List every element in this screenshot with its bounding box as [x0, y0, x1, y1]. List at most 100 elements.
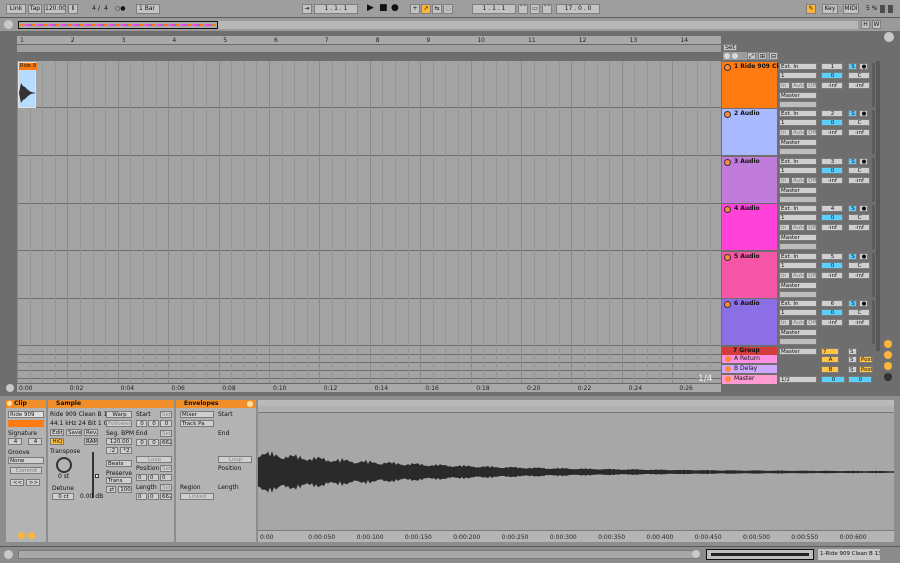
- io-toggle-icon[interactable]: [884, 340, 892, 348]
- hiq-button[interactable]: HiQ: [50, 438, 64, 445]
- position-bar[interactable]: 0: [136, 474, 147, 481]
- output-select[interactable]: Master: [779, 92, 817, 99]
- status-scroll-icon[interactable]: [692, 550, 700, 558]
- monitor-off[interactable]: Off: [806, 319, 817, 326]
- monitor-in[interactable]: In: [779, 129, 790, 136]
- double-tempo-button[interactable]: *2: [120, 447, 132, 454]
- tap-button[interactable]: Tap: [28, 4, 42, 14]
- warp-mode-select[interactable]: Beats: [106, 460, 132, 467]
- time-ruler[interactable]: 0:00 0:02 0:04 0:06 0:08 0:10 0:12 0:14 0:16 0:18…: [17, 383, 721, 392]
- input-channel-select[interactable]: 1: [779, 262, 817, 269]
- fold-icon[interactable]: [725, 376, 731, 382]
- monitor-auto[interactable]: Auto: [791, 177, 805, 184]
- gain-slider-thumb[interactable]: [95, 474, 99, 478]
- stop-icon[interactable]: ■: [379, 4, 388, 13]
- set-button[interactable]: Set: [723, 44, 737, 51]
- gain-slider[interactable]: [92, 452, 94, 498]
- linked-button[interactable]: Linked: [180, 493, 214, 500]
- w-toggle[interactable]: W: [872, 20, 881, 29]
- output-channel[interactable]: [779, 196, 817, 203]
- pan-field[interactable]: C: [848, 72, 870, 79]
- loop-mode-icon[interactable]: ⇄: [106, 486, 116, 493]
- output-channel[interactable]: [779, 291, 817, 298]
- mixer-toggle-icon[interactable]: [884, 362, 892, 370]
- end-bar[interactable]: 0: [136, 439, 147, 446]
- return-a-post[interactable]: Post: [859, 356, 873, 363]
- browser-toggle-icon[interactable]: [884, 32, 894, 42]
- detail-overview[interactable]: [706, 549, 814, 560]
- vertical-scrollbar[interactable]: [876, 61, 880, 351]
- start-set-button[interactable]: Set: [160, 411, 172, 418]
- monitor-in[interactable]: In: [779, 177, 790, 184]
- send-a-field[interactable]: -inf: [821, 272, 843, 279]
- back-to-arr-icon[interactable]: [724, 53, 730, 59]
- input-channel-select[interactable]: 1: [779, 167, 817, 174]
- tempo-field[interactable]: 120.00: [44, 4, 66, 14]
- bar-ruler[interactable]: 1 2 3 4 5 6 7 8 9 10 11 12 13 14: [17, 36, 721, 45]
- arm-icon[interactable]: ●: [859, 110, 868, 117]
- arm-icon[interactable]: ●: [859, 63, 868, 70]
- send-a-field[interactable]: -inf: [821, 224, 843, 231]
- send-a-field[interactable]: -inf: [821, 82, 843, 89]
- warp-button[interactable]: Warp: [106, 411, 132, 418]
- fold-icon[interactable]: [725, 356, 731, 362]
- input-channel-select[interactable]: 1: [779, 309, 817, 316]
- sends-toggle-icon[interactable]: [884, 351, 892, 359]
- return-b-solo[interactable]: S: [848, 366, 857, 373]
- input-type-select[interactable]: Ext. In: [779, 300, 817, 307]
- fold-icon[interactable]: ⊞: [758, 52, 767, 60]
- unfold-icon[interactable]: ⊟: [769, 52, 778, 60]
- monitor-auto[interactable]: Auto: [791, 82, 805, 89]
- audio-clip[interactable]: Ride 9: [18, 62, 37, 108]
- re-enable-icon[interactable]: ⇆: [432, 4, 442, 14]
- start-sixteenth[interactable]: 0: [160, 420, 172, 427]
- volume-field[interactable]: 0: [821, 167, 843, 174]
- sig-denominator[interactable]: 4: [104, 5, 108, 13]
- monitor-in[interactable]: In: [779, 272, 790, 279]
- solo-button[interactable]: S: [848, 158, 857, 165]
- overview-viewport[interactable]: [18, 21, 218, 29]
- solo-button[interactable]: S: [848, 110, 857, 117]
- return-b-header[interactable]: B Delay: [722, 365, 777, 373]
- track-number[interactable]: 2: [821, 110, 843, 117]
- envelope-param-select[interactable]: Track Pa: [180, 420, 214, 427]
- loop-length-field[interactable]: 17 . 0 . 0: [556, 4, 600, 14]
- sample-marker-bar[interactable]: [258, 406, 894, 413]
- solo-button[interactable]: S: [848, 253, 857, 260]
- commit-button[interactable]: Commit: [10, 467, 42, 474]
- group-number[interactable]: 7: [821, 348, 839, 355]
- output-channel[interactable]: [779, 148, 817, 155]
- input-type-select[interactable]: Ext. In: [779, 158, 817, 165]
- track-header[interactable]: 1 Ride 909 Cle: [722, 62, 783, 108]
- clip-name-field[interactable]: Ride 909 Clea: [8, 411, 44, 418]
- volume-field[interactable]: 0: [821, 309, 843, 316]
- track-activator-icon[interactable]: [724, 301, 731, 308]
- arrangement-view[interactable]: [17, 61, 721, 383]
- volume-field[interactable]: 0: [821, 262, 843, 269]
- monitor-off[interactable]: Off: [806, 224, 817, 231]
- track-header[interactable]: 6 Audio: [722, 299, 777, 345]
- track-number[interactable]: 6: [821, 300, 843, 307]
- envelope-toggle-icon[interactable]: [247, 401, 253, 407]
- track-activator-icon[interactable]: [724, 159, 731, 166]
- overview-toggle-icon[interactable]: [4, 20, 13, 29]
- output-select[interactable]: Master: [779, 329, 817, 336]
- master-volume[interactable]: 0: [821, 376, 845, 383]
- group-track-header[interactable]: 7 Group: [722, 347, 777, 355]
- output-select[interactable]: Master: [779, 282, 817, 289]
- volume-field[interactable]: 0: [821, 214, 843, 221]
- arm-icon[interactable]: ●: [859, 253, 868, 260]
- draw-envelope-icon[interactable]: ⤢: [747, 52, 756, 60]
- pan-field[interactable]: C: [848, 262, 870, 269]
- pan-field[interactable]: C: [848, 167, 870, 174]
- end-set-button[interactable]: Set: [160, 430, 172, 437]
- detune-field[interactable]: 0 ct: [52, 493, 74, 500]
- track-activator-icon[interactable]: [724, 64, 731, 71]
- length-bar[interactable]: 0: [136, 493, 147, 500]
- draw-mode-icon[interactable]: ✎: [806, 4, 816, 14]
- follow-icon[interactable]: ⇥: [302, 4, 312, 14]
- output-channel[interactable]: [779, 338, 817, 345]
- punch-out-icon[interactable]: ⌒: [542, 4, 552, 14]
- return-a-solo[interactable]: S: [848, 356, 857, 363]
- track-number[interactable]: 1: [821, 63, 843, 70]
